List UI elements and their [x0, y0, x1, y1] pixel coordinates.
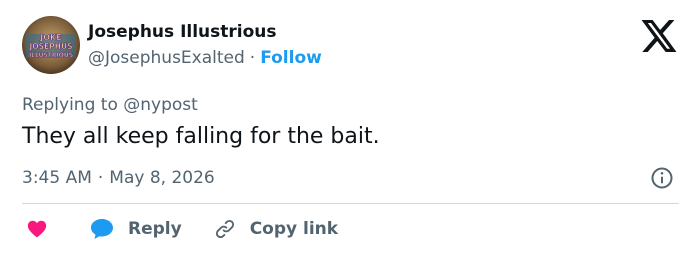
- author-handle-row: @JosephusExalted · Follow: [88, 48, 322, 68]
- link-icon: [215, 219, 234, 239]
- action-bar: Reply Copy link: [22, 214, 338, 244]
- copy-link-label: Copy link: [249, 219, 339, 239]
- actions-divider: [22, 203, 679, 204]
- author-handle[interactable]: @JosephusExalted: [88, 48, 245, 68]
- x-logo-icon[interactable]: [641, 20, 677, 52]
- timestamp-separator: ·: [97, 168, 104, 188]
- like-button[interactable]: [26, 218, 48, 240]
- avatar[interactable]: JOKE JOSEPHUS ILLUSTRIOUS: [22, 16, 80, 74]
- reply-context-prefix: Replying to: [22, 95, 118, 115]
- tweet-date: May 8, 2026: [109, 168, 215, 188]
- heart-icon: [27, 220, 47, 238]
- follow-button[interactable]: Follow: [260, 48, 322, 68]
- avatar-text-line-3: ILLUSTRIOUS: [29, 52, 73, 59]
- author-display-name[interactable]: Josephus Illustrious: [88, 22, 277, 42]
- copy-link-button[interactable]: Copy link: [214, 218, 338, 240]
- reply-button[interactable]: Reply: [90, 218, 182, 240]
- tweet-text: They all keep falling for the bait.: [22, 124, 380, 149]
- handle-separator: ·: [249, 48, 256, 68]
- reply-context: Replying to @nypost: [22, 95, 198, 115]
- avatar-image: JOKE JOSEPHUS ILLUSTRIOUS: [22, 16, 80, 74]
- info-icon[interactable]: [650, 166, 674, 190]
- tweet-time: 3:45 AM: [22, 168, 92, 188]
- reply-mention-link[interactable]: @nypost: [123, 95, 198, 115]
- speech-bubble-icon: [91, 219, 113, 239]
- tweet-timestamp[interactable]: 3:45 AM · May 8, 2026: [22, 168, 215, 188]
- avatar-text-line-2: JOSEPHUS: [29, 42, 73, 51]
- reply-label: Reply: [128, 219, 182, 239]
- avatar-text-line-1: JOKE: [39, 33, 61, 42]
